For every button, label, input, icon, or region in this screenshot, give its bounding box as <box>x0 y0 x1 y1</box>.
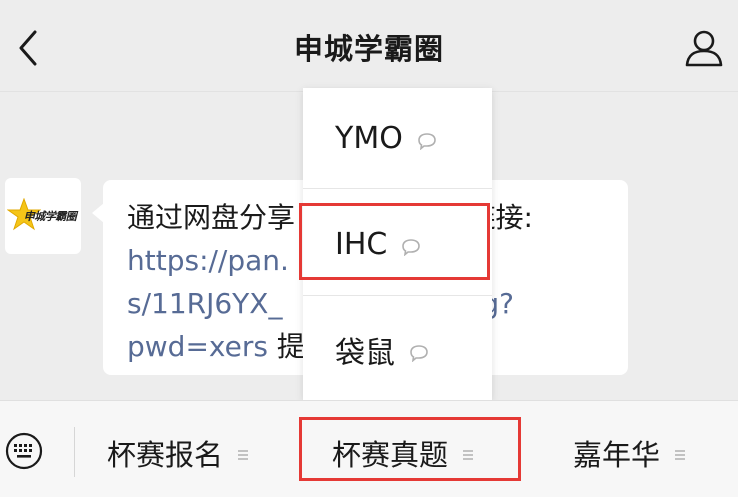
page-title: 申城学霸圈 <box>293 32 444 66</box>
person-icon <box>685 30 723 67</box>
submenu-item-ymo[interactable]: YMO <box>303 88 492 188</box>
menu-tab-label: 嘉年华 <box>573 438 661 472</box>
share-link-password[interactable]: pwd=xers <box>127 330 268 363</box>
share-link-prefix: s/11RJ6YX_ <box>127 287 283 320</box>
menu-tab-label: 杯赛报名 <box>107 438 224 472</box>
keyboard-icon <box>5 432 43 470</box>
menu-tab-registration[interactable]: 杯赛报名 <box>107 431 249 475</box>
keyboard-toggle-button[interactable] <box>4 431 44 471</box>
submenu-item-kangaroo[interactable]: 袋鼠 <box>303 300 492 400</box>
highlight-box-past-papers <box>299 417 521 481</box>
submenu-item-label: YMO <box>335 120 403 156</box>
highlight-box-ihc <box>299 203 490 280</box>
bar-divider <box>74 427 75 477</box>
message-bubble-icon <box>418 133 436 150</box>
submenu-divider <box>303 295 492 296</box>
message-bubble-icon <box>410 345 428 362</box>
submenu-item-label: 袋鼠 <box>335 336 395 371</box>
profile-button[interactable] <box>680 24 728 72</box>
menu-lines-icon <box>675 450 686 460</box>
avatar-logo: 申城学霸圈 <box>7 196 79 236</box>
sender-avatar[interactable]: 申城学霸圈 <box>5 178 81 254</box>
submenu-divider <box>303 188 492 189</box>
menu-lines-icon <box>238 450 249 460</box>
message-text-prefix: 通过网盘分享 <box>127 201 296 234</box>
message-line-4-suffix: 提 <box>267 330 305 363</box>
avatar-text: 申城学霸圈 <box>23 210 77 223</box>
menu-tab-carnival[interactable]: 嘉年华 <box>573 431 686 475</box>
nav-header: 申城学霸圈 <box>0 0 738 92</box>
